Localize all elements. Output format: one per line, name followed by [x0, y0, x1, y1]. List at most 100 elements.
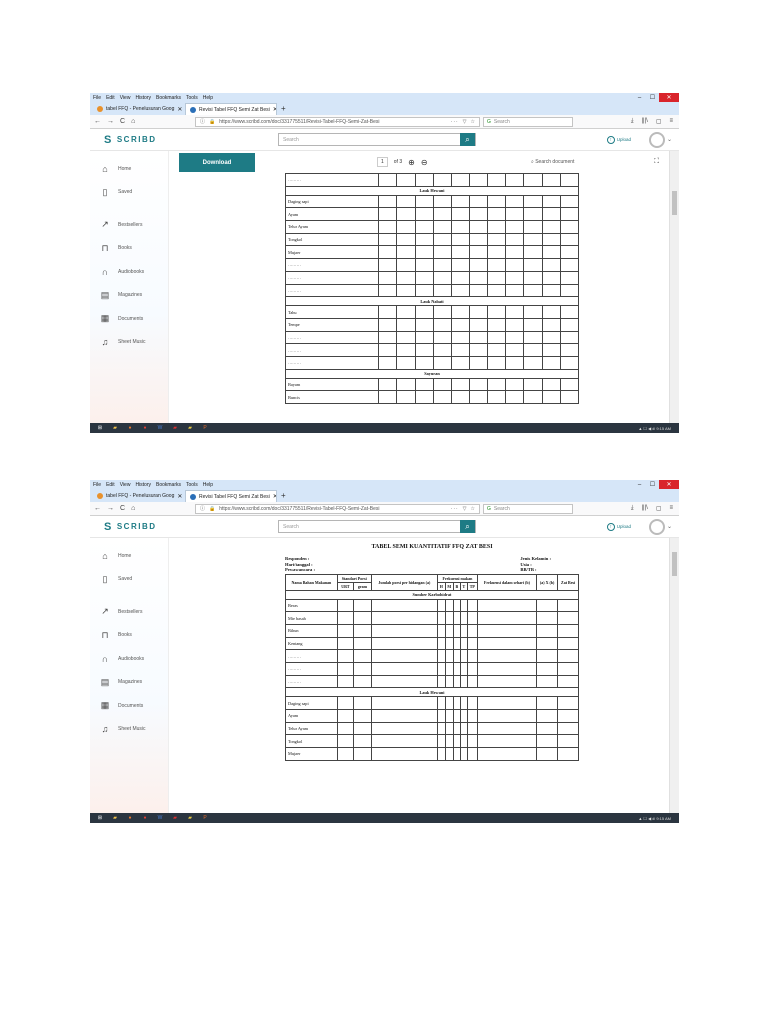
chevron-down-icon[interactable]: ⌄ [667, 523, 672, 530]
info-icon[interactable]: ⓘ [200, 505, 205, 512]
downloads-icon[interactable]: ⤓ [631, 118, 634, 125]
page-actions-icon[interactable]: ··· [451, 506, 459, 512]
scribd-logo[interactable]: S SCRIBD [104, 134, 157, 146]
menu-file[interactable]: File [93, 95, 101, 101]
url-bar[interactable]: ⓘ 🔒 https://www.scribd.com/doc/331775511… [195, 503, 480, 514]
tab-google-search[interactable]: tabel FFQ - Penelusuran Goog ✕ [93, 490, 185, 502]
forward-icon[interactable]: → [107, 118, 114, 125]
menu-tools[interactable]: Tools [186, 482, 198, 488]
close-tab-icon[interactable]: ✕ [177, 106, 182, 113]
sidebar-item-saved[interactable]: ▯ Saved [90, 181, 168, 205]
maximize-button[interactable]: ☐ [646, 93, 659, 102]
menu-file[interactable]: File [93, 482, 101, 488]
reload-icon[interactable]: C [120, 118, 125, 125]
pocket-icon[interactable]: ▽ [463, 119, 467, 125]
sidebar-item-magazines[interactable]: ▤ Magazines [90, 284, 168, 308]
zoom-out-icon[interactable]: ⊖ [421, 158, 428, 167]
menu-bookmarks[interactable]: Bookmarks [156, 95, 181, 101]
browser-search-field[interactable]: G Search [483, 116, 573, 127]
download-button[interactable]: Download [179, 153, 255, 172]
page-number-input[interactable]: 1 [377, 157, 388, 167]
upload-button[interactable]: ↑ Upload [606, 135, 631, 144]
pdf-icon[interactable]: ▰ [169, 425, 181, 432]
app-icon[interactable]: ▰ [184, 425, 196, 432]
forward-icon[interactable]: → [107, 505, 114, 512]
chrome-icon[interactable]: ● [139, 815, 151, 822]
new-tab-button[interactable]: + [277, 103, 290, 115]
menu-bookmarks[interactable]: Bookmarks [156, 482, 181, 488]
start-icon[interactable]: ⊞ [94, 425, 106, 432]
start-icon[interactable]: ⊞ [94, 815, 106, 822]
fullscreen-icon[interactable]: ⛶ [654, 158, 659, 166]
menu-help[interactable]: Help [203, 482, 213, 488]
menu-help[interactable]: Help [203, 95, 213, 101]
minimize-button[interactable]: – [633, 93, 646, 102]
firefox-taskbar-icon[interactable]: ● [124, 425, 136, 432]
tab-scribd[interactable]: Revisi Tabel FFQ Semi Zat Besi✕ [185, 490, 277, 502]
sidebar-toggle-icon[interactable]: ▢ [656, 118, 662, 125]
sidebar-item-bestsellers[interactable]: ↗ Bestsellers [90, 600, 168, 624]
sidebar-item-home[interactable]: ⌂ Home [90, 157, 168, 181]
sidebar-item-saved[interactable]: ▯ Saved [90, 568, 168, 592]
search-icon[interactable]: ⌕ [460, 520, 475, 533]
menu-view[interactable]: View [120, 482, 131, 488]
scrollbar-thumb[interactable] [672, 552, 677, 576]
browser-search-field[interactable]: G Search [483, 503, 573, 514]
scribd-search-input[interactable]: Search ⌕ [278, 520, 476, 533]
avatar[interactable] [649, 131, 665, 148]
hamburger-menu-icon[interactable]: ≡ [669, 118, 673, 125]
sidebar-item-sheet-music[interactable]: ♫ Sheet Music [90, 718, 168, 742]
tab-scribd[interactable]: Revisi Tabel FFQ Semi Zat Besi✕ [185, 103, 277, 115]
app-icon[interactable]: ▰ [184, 815, 196, 822]
menu-history[interactable]: History [135, 482, 151, 488]
explorer-icon[interactable]: ▰ [109, 425, 121, 432]
menu-tools[interactable]: Tools [186, 95, 198, 101]
hamburger-menu-icon[interactable]: ≡ [669, 505, 673, 512]
sidebar-item-audiobooks[interactable]: ∩ Audiobooks [90, 647, 168, 671]
downloads-icon[interactable]: ⤓ [631, 505, 634, 512]
sidebar-item-audiobooks[interactable]: ∩ Audiobooks [90, 260, 168, 284]
scribd-logo[interactable]: S SCRIBD [104, 521, 157, 533]
scribd-search-input[interactable]: Search ⌕ [278, 133, 476, 146]
library-icon[interactable]: |||\ [641, 505, 647, 512]
pocket-icon[interactable]: ▽ [463, 506, 467, 512]
sidebar-item-books[interactable]: ⊓ Books [90, 624, 168, 648]
maximize-button[interactable]: ☐ [646, 480, 659, 489]
menu-view[interactable]: View [120, 95, 131, 101]
page-actions-icon[interactable]: ··· [451, 119, 459, 125]
new-tab-button[interactable]: + [277, 490, 290, 502]
sidebar-item-home[interactable]: ⌂ Home [90, 544, 168, 568]
close-window-button[interactable]: ✕ [659, 480, 679, 489]
home-icon[interactable]: ⌂ [131, 505, 135, 512]
close-tab-icon[interactable]: ✕ [177, 493, 182, 500]
document-search-input[interactable]: ⌕ Search document [531, 159, 574, 165]
word-icon[interactable]: W [154, 815, 166, 822]
zoom-in-icon[interactable]: ⊕ [408, 158, 415, 167]
sidebar-toggle-icon[interactable]: ▢ [656, 505, 662, 512]
scrollbar-thumb[interactable] [672, 191, 677, 215]
firefox-taskbar-icon[interactable]: ● [124, 815, 136, 822]
powerpoint-icon[interactable]: P [199, 815, 211, 822]
sidebar-item-documents[interactable]: ▦ Documents [90, 694, 168, 718]
menu-edit[interactable]: Edit [106, 482, 115, 488]
star-icon[interactable]: ☆ [471, 506, 475, 512]
url-bar[interactable]: ⓘ 🔒 https://www.scribd.com/doc/331775511… [195, 116, 480, 127]
upload-button[interactable]: ↑ Upload [606, 522, 631, 531]
home-icon[interactable]: ⌂ [131, 118, 135, 125]
avatar[interactable] [649, 518, 665, 535]
chrome-icon[interactable]: ● [139, 425, 151, 432]
sidebar-item-bestsellers[interactable]: ↗ Bestsellers [90, 213, 168, 237]
sidebar-item-books[interactable]: ⊓ Books [90, 237, 168, 261]
back-icon[interactable]: ← [94, 118, 101, 125]
scrollbar[interactable] [669, 151, 679, 423]
menu-history[interactable]: History [135, 95, 151, 101]
minimize-button[interactable]: – [633, 480, 646, 489]
menu-edit[interactable]: Edit [106, 95, 115, 101]
search-icon[interactable]: ⌕ [460, 133, 475, 146]
back-icon[interactable]: ← [94, 505, 101, 512]
library-icon[interactable]: |||\ [641, 118, 647, 125]
scrollbar[interactable] [669, 538, 679, 813]
info-icon[interactable]: ⓘ [200, 118, 205, 125]
reload-icon[interactable]: C [120, 505, 125, 512]
chevron-down-icon[interactable]: ⌄ [667, 136, 672, 143]
